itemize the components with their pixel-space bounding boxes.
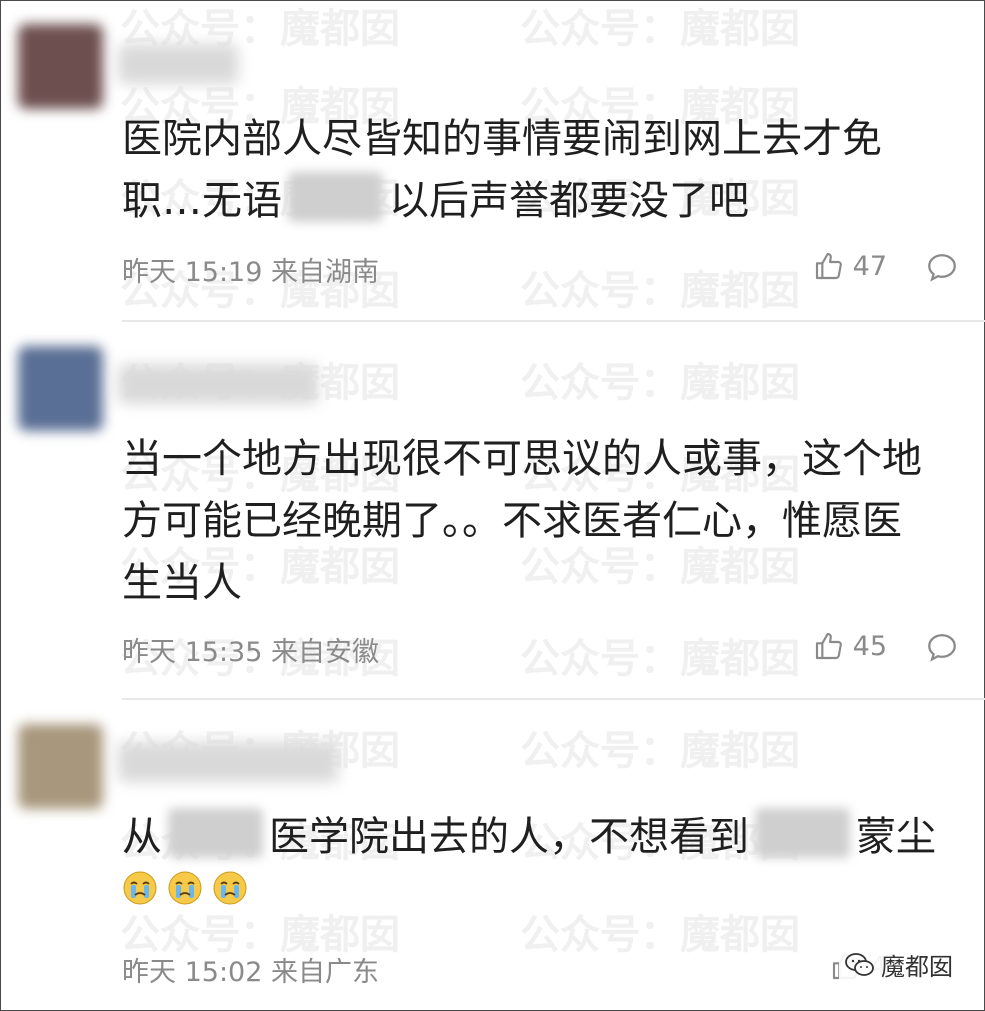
source-label: 魔都囡 xyxy=(881,953,953,981)
like-count: 45 xyxy=(852,630,887,662)
comment-meta: 昨天 15:35 来自安徽 xyxy=(122,637,379,668)
crying-face-emoji xyxy=(213,871,247,905)
comment-bubble-icon[interactable] xyxy=(925,631,959,665)
comment-text: 医院内部人尽皆知的事情要闹到网上去才免职…无语 以后声誉都要没了吧 xyxy=(122,116,882,224)
comment-item: 当一个地方出现很不可思议的人或事，这个地方可能已经晚期了。。不求医者仁心，惟愿医… xyxy=(0,322,985,700)
avatar[interactable] xyxy=(18,24,103,109)
comment-item: 从医学院出去的人，不想看到 蒙尘 昨天 15:02 来自广东 xyxy=(0,700,985,1011)
crying-face-emoji xyxy=(168,871,202,905)
crying-face-emoji xyxy=(123,871,157,905)
username-redacted[interactable] xyxy=(118,742,338,782)
redacted-text xyxy=(755,808,850,858)
username-redacted[interactable] xyxy=(118,364,318,404)
redacted-text xyxy=(168,808,263,858)
emoji-row xyxy=(122,870,252,906)
comment-item: 医院内部人尽皆知的事情要闹到网上去才免职…无语 以后声誉都要没了吧 昨天 15:1… xyxy=(0,0,985,322)
like-count: 47 xyxy=(852,250,887,282)
avatar[interactable] xyxy=(18,724,103,809)
like-button[interactable]: 45 xyxy=(813,630,887,662)
username-redacted[interactable] xyxy=(118,44,238,84)
thumbs-up-icon xyxy=(815,252,842,280)
comment-bubble-icon[interactable] xyxy=(925,251,959,285)
avatar[interactable] xyxy=(18,346,103,431)
comment-meta: 昨天 15:19 来自湖南 xyxy=(122,257,379,288)
source-badge: 魔都囡 xyxy=(839,945,959,984)
comment-meta: 昨天 15:02 来自广东 xyxy=(122,957,379,988)
like-button[interactable]: 47 xyxy=(813,250,887,282)
wechat-logo-icon xyxy=(845,952,874,976)
comment-text: 当一个地方出现很不可思议的人或事，这个地方可能已经晚期了。。不求医者仁心，惟愿医… xyxy=(122,436,922,606)
redacted-text xyxy=(288,172,383,222)
thumbs-up-icon xyxy=(815,632,842,660)
comment-text: 从医学院出去的人，不想看到 蒙尘 xyxy=(122,806,937,868)
